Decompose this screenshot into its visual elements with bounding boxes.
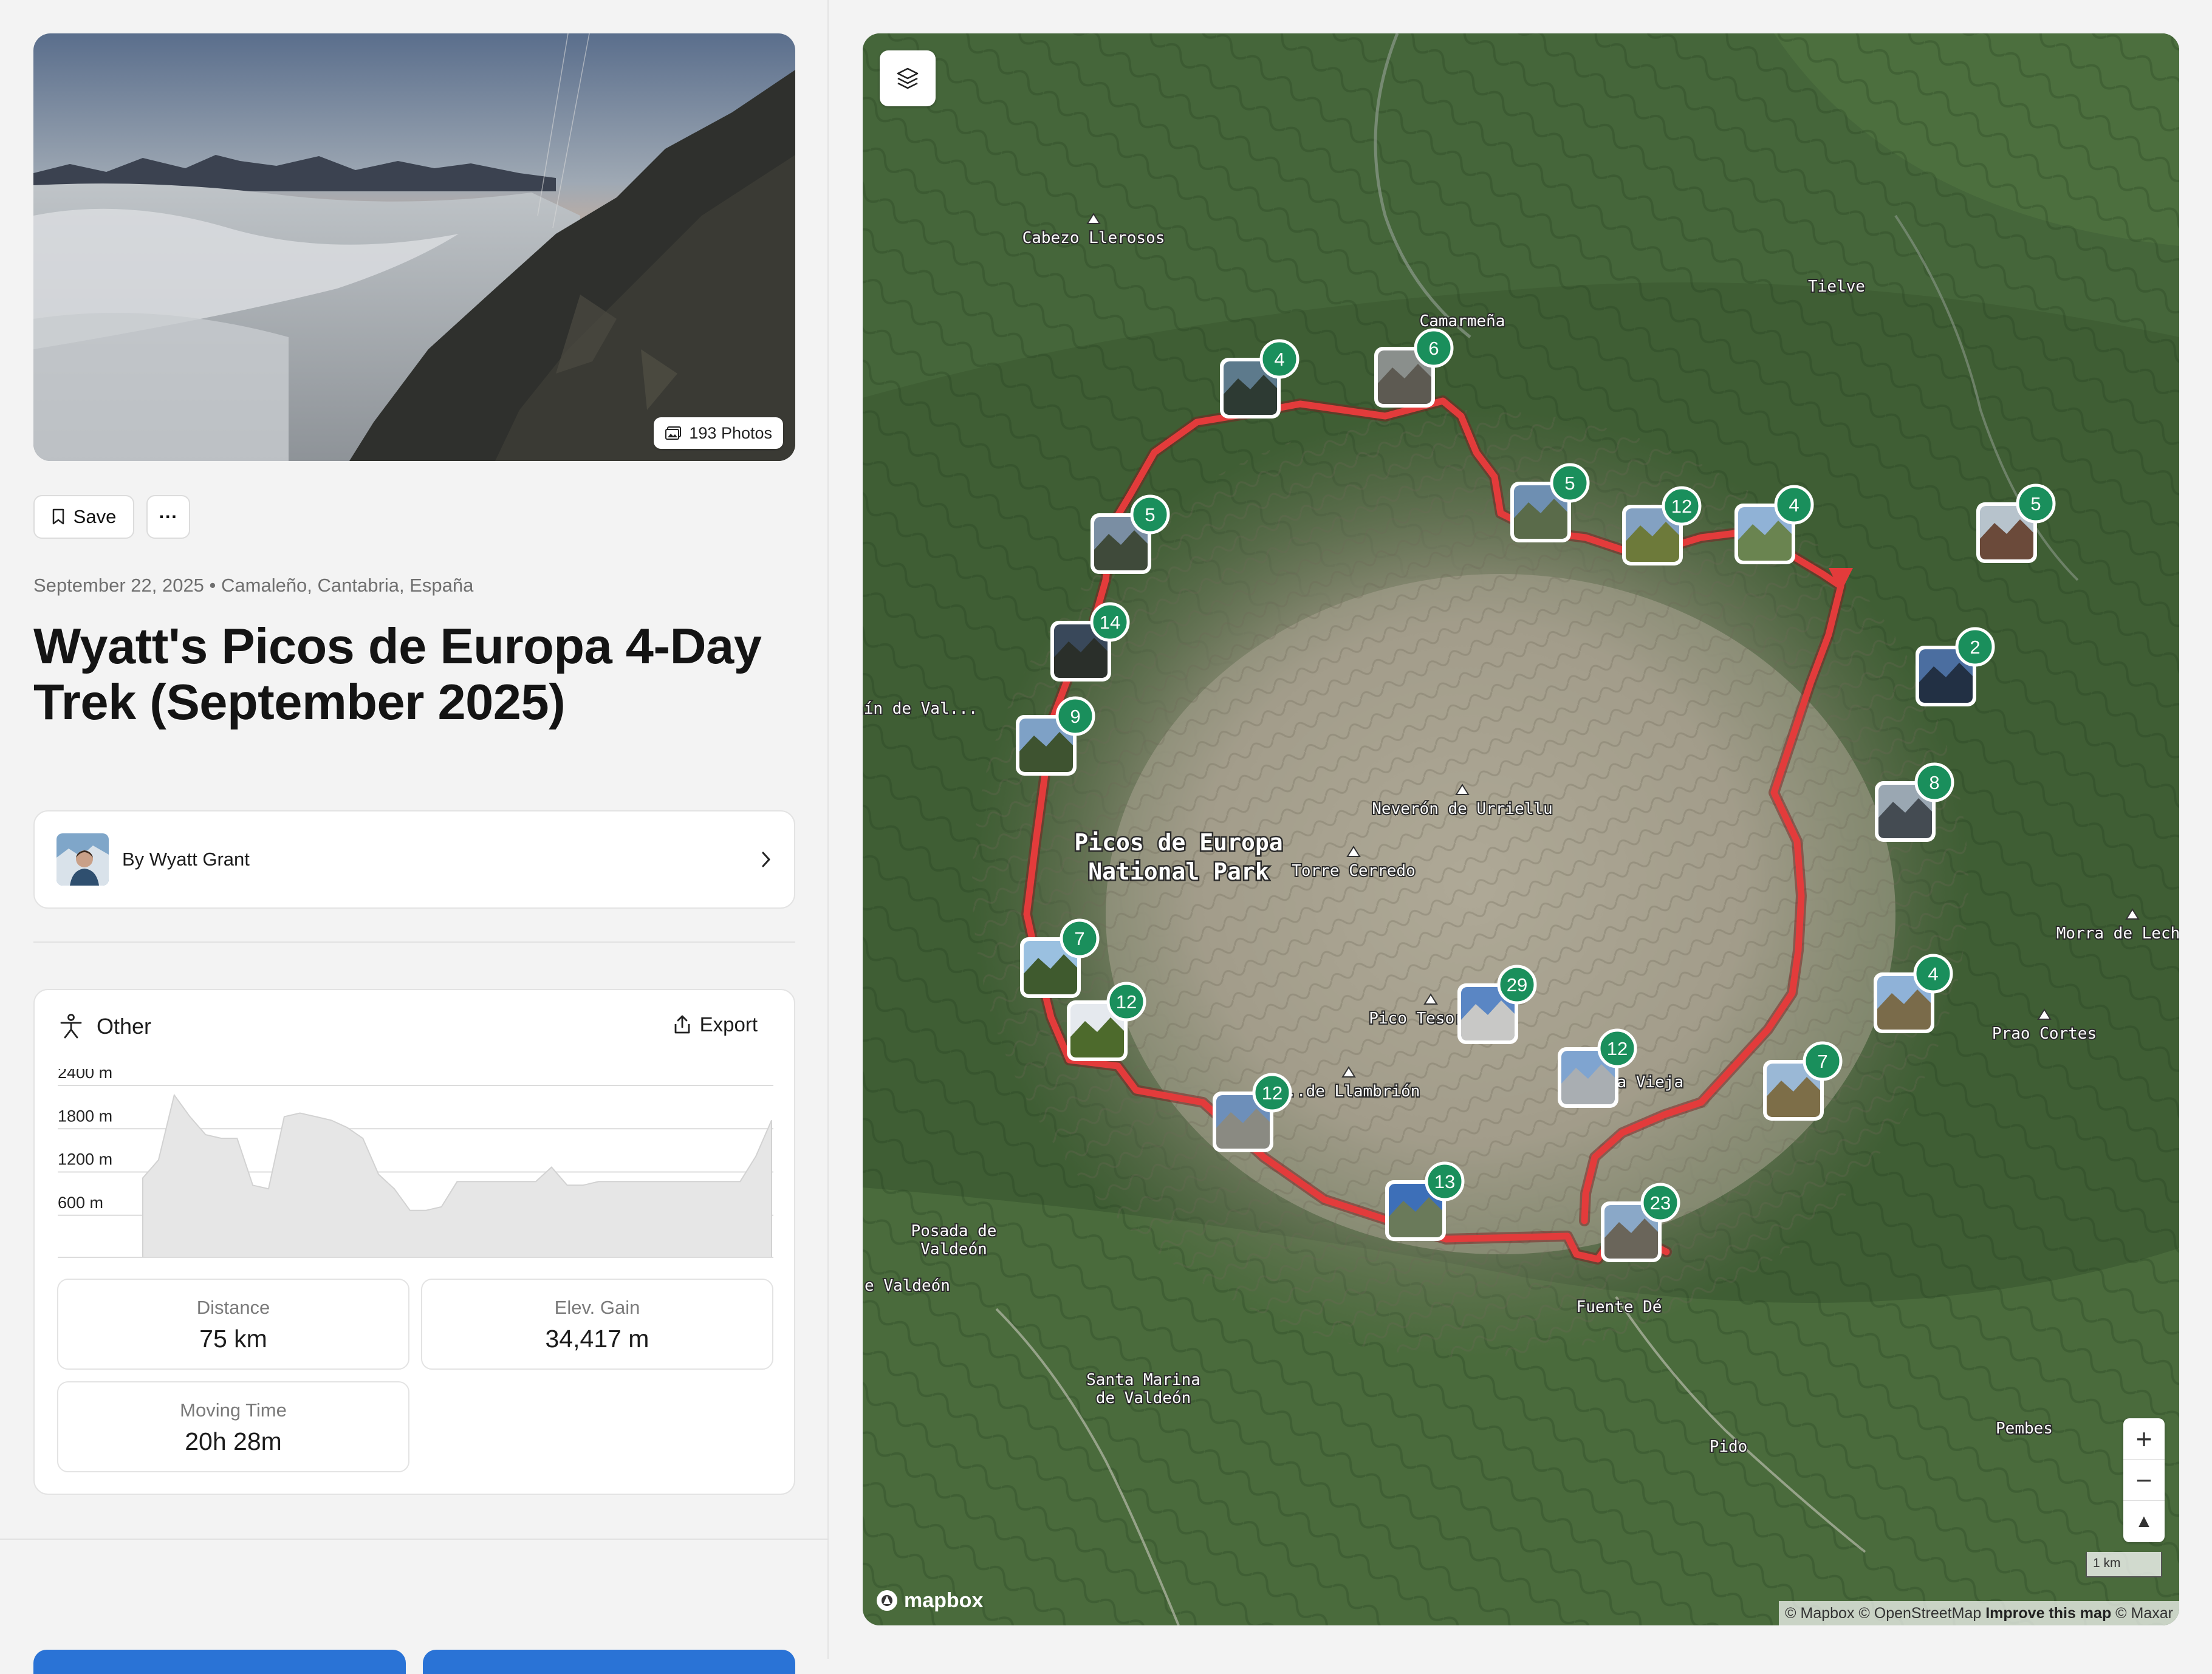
zoom-in-button[interactable]: +: [2123, 1418, 2165, 1460]
page-title: Wyatt's Picos de Europa 4-Day Trek (Sept…: [33, 618, 762, 730]
export-button[interactable]: Export: [673, 1013, 758, 1036]
divider: [33, 941, 795, 943]
photos-count-badge[interactable]: 193 Photos: [654, 417, 783, 449]
map-place-label: Prao Cortes: [1992, 1025, 2097, 1043]
map-place-label: Tielve: [1808, 278, 1865, 296]
save-button[interactable]: Save: [33, 495, 134, 539]
compass-button[interactable]: ▲: [2123, 1501, 2165, 1542]
map-place-label: Picos de Europa: [1074, 829, 1282, 856]
photo-count-label: 6: [1428, 338, 1439, 359]
date-location: September 22, 2025 • Camaleño, Cantabria…: [33, 575, 474, 596]
map-place-label: Valdeón: [920, 1240, 987, 1259]
map-layers-button[interactable]: [880, 50, 936, 106]
hero-landscape-image: [33, 33, 795, 461]
stat-value: 20h 28m: [185, 1427, 282, 1455]
save-label: Save: [73, 506, 117, 527]
map-place-label: de Valdeón: [1096, 1389, 1191, 1407]
avatar: [56, 833, 109, 886]
layers-icon: [897, 67, 919, 89]
stat-value: 34,417 m: [545, 1325, 649, 1353]
scale-bar: 1 km: [2086, 1552, 2162, 1577]
hero-photo[interactable]: 193 Photos: [33, 33, 795, 461]
chart-y-tick: 1800 m: [58, 1107, 112, 1125]
more-options-button[interactable]: ···: [146, 495, 190, 539]
attribution-text[interactable]: © Mapbox © OpenStreetMap: [1785, 1605, 1981, 1622]
map-place-label: Cabezo Llerosos: [1022, 229, 1165, 247]
activity-type: Other: [58, 1013, 151, 1040]
map-place-label: Posada de: [911, 1222, 997, 1240]
mapbox-logo-text: mapbox: [904, 1588, 984, 1612]
map-place-label: ...e Valdeón: [863, 1277, 950, 1295]
secondary-action-button[interactable]: [423, 1650, 795, 1674]
photo-count-label: 12: [1607, 1038, 1628, 1059]
satellite-map-canvas[interactable]: Cabezo Llerosos Camarmeña Tielve Caín de Va…: [863, 33, 2179, 1625]
author-card[interactable]: By Wyatt Grant: [33, 810, 795, 909]
bookmark-icon: [52, 508, 64, 525]
map-place-label: Neverón de Urriellu: [1372, 800, 1552, 818]
map-place-label: Pembes: [1996, 1419, 2053, 1438]
photo-count-label: 29: [1507, 974, 1527, 996]
photo-count-label: 5: [1145, 504, 1155, 525]
photo-count-label: 5: [1564, 473, 1575, 494]
photo-count-label: 12: [1671, 496, 1692, 517]
export-icon: [674, 1015, 690, 1034]
elevation-chart[interactable]: 2400 m 1800 m 1200 m 600 m: [58, 1069, 773, 1269]
photos-count-label: 193 Photos: [689, 423, 772, 442]
activity-card: Other Export 2400 m 1800 m 1200 m 600 m Dis…: [33, 989, 795, 1495]
activity-type-label: Other: [97, 1014, 152, 1039]
mapbox-logo[interactable]: mapbox: [875, 1588, 983, 1613]
person-activity-icon: [60, 1014, 82, 1039]
map-place-label: Pido: [1710, 1438, 1748, 1456]
primary-action-button[interactable]: [33, 1650, 406, 1674]
photo-count-label: 4: [1928, 963, 1938, 985]
map-place-label: Santa Marina: [1086, 1371, 1200, 1389]
photo-count-label: 8: [1929, 772, 1939, 793]
map-attribution[interactable]: © Mapbox © OpenStreetMap Improve this ma…: [1779, 1601, 2179, 1625]
photo-count-label: 13: [1434, 1171, 1455, 1192]
more-options-icon: ···: [159, 506, 178, 527]
photo-count-label: 9: [1070, 706, 1080, 727]
stat-label: Elev. Gain: [554, 1297, 640, 1318]
elevation-area: [142, 1093, 772, 1258]
chart-y-tick: 2400 m: [58, 1069, 112, 1082]
photo-count-label: 2: [1970, 637, 1980, 658]
photo-count-label: 23: [1650, 1192, 1671, 1214]
stat-value: 75 km: [199, 1325, 267, 1353]
sidebar-panel: 193 Photos Save ··· September 22, 2025 •…: [0, 0, 829, 1674]
chart-y-tick: 1200 m: [58, 1150, 112, 1169]
chart-y-tick: 600 m: [58, 1194, 103, 1212]
photos-icon: [665, 426, 682, 440]
chevron-right-icon: [762, 852, 770, 867]
author-name: By Wyatt Grant: [122, 849, 250, 870]
map-place-label: Fuente Dé: [1577, 1298, 1662, 1316]
photo-count-label: 12: [1116, 991, 1137, 1013]
map-place-label: ...de Llambrión: [1278, 1082, 1420, 1101]
map-place-label: Camarmeña: [1420, 312, 1505, 330]
map-place-label: Torre Cerredo: [1292, 862, 1416, 880]
photo-count-label: 7: [1817, 1051, 1827, 1072]
photo-count-label: 4: [1789, 494, 1799, 516]
maxar-attribution[interactable]: © Maxar: [2115, 1605, 2173, 1622]
stat-label: Distance: [196, 1297, 270, 1318]
improve-map-link[interactable]: Improve this map: [1985, 1605, 2111, 1622]
photo-count-label: 12: [1262, 1082, 1282, 1104]
export-label: Export: [699, 1013, 758, 1036]
map-place-label: National Park: [1088, 858, 1269, 885]
zoom-out-button[interactable]: −: [2123, 1460, 2165, 1501]
stat-moving-time: Moving Time 20h 28m: [57, 1381, 409, 1472]
stat-elevation-gain: Elev. Gain 34,417 m: [421, 1279, 773, 1370]
photo-count-label: 5: [2030, 493, 2041, 514]
photo-count-label: 4: [1274, 349, 1284, 370]
stat-label: Moving Time: [180, 1399, 287, 1421]
photo-count-label: 14: [1100, 612, 1120, 633]
map-place-label: Caín de Val...: [863, 700, 978, 718]
trail-map[interactable]: Cabezo Llerosos Camarmeña Tielve Caín de Va…: [863, 33, 2179, 1625]
zoom-controls: + − ▲: [2123, 1418, 2165, 1542]
stat-distance: Distance 75 km: [57, 1279, 409, 1370]
photo-count-label: 7: [1074, 928, 1084, 949]
divider: [0, 1539, 829, 1540]
map-place-label: Morra de Lechuga: [2056, 924, 2179, 943]
mapbox-logo-icon: [877, 1590, 897, 1611]
